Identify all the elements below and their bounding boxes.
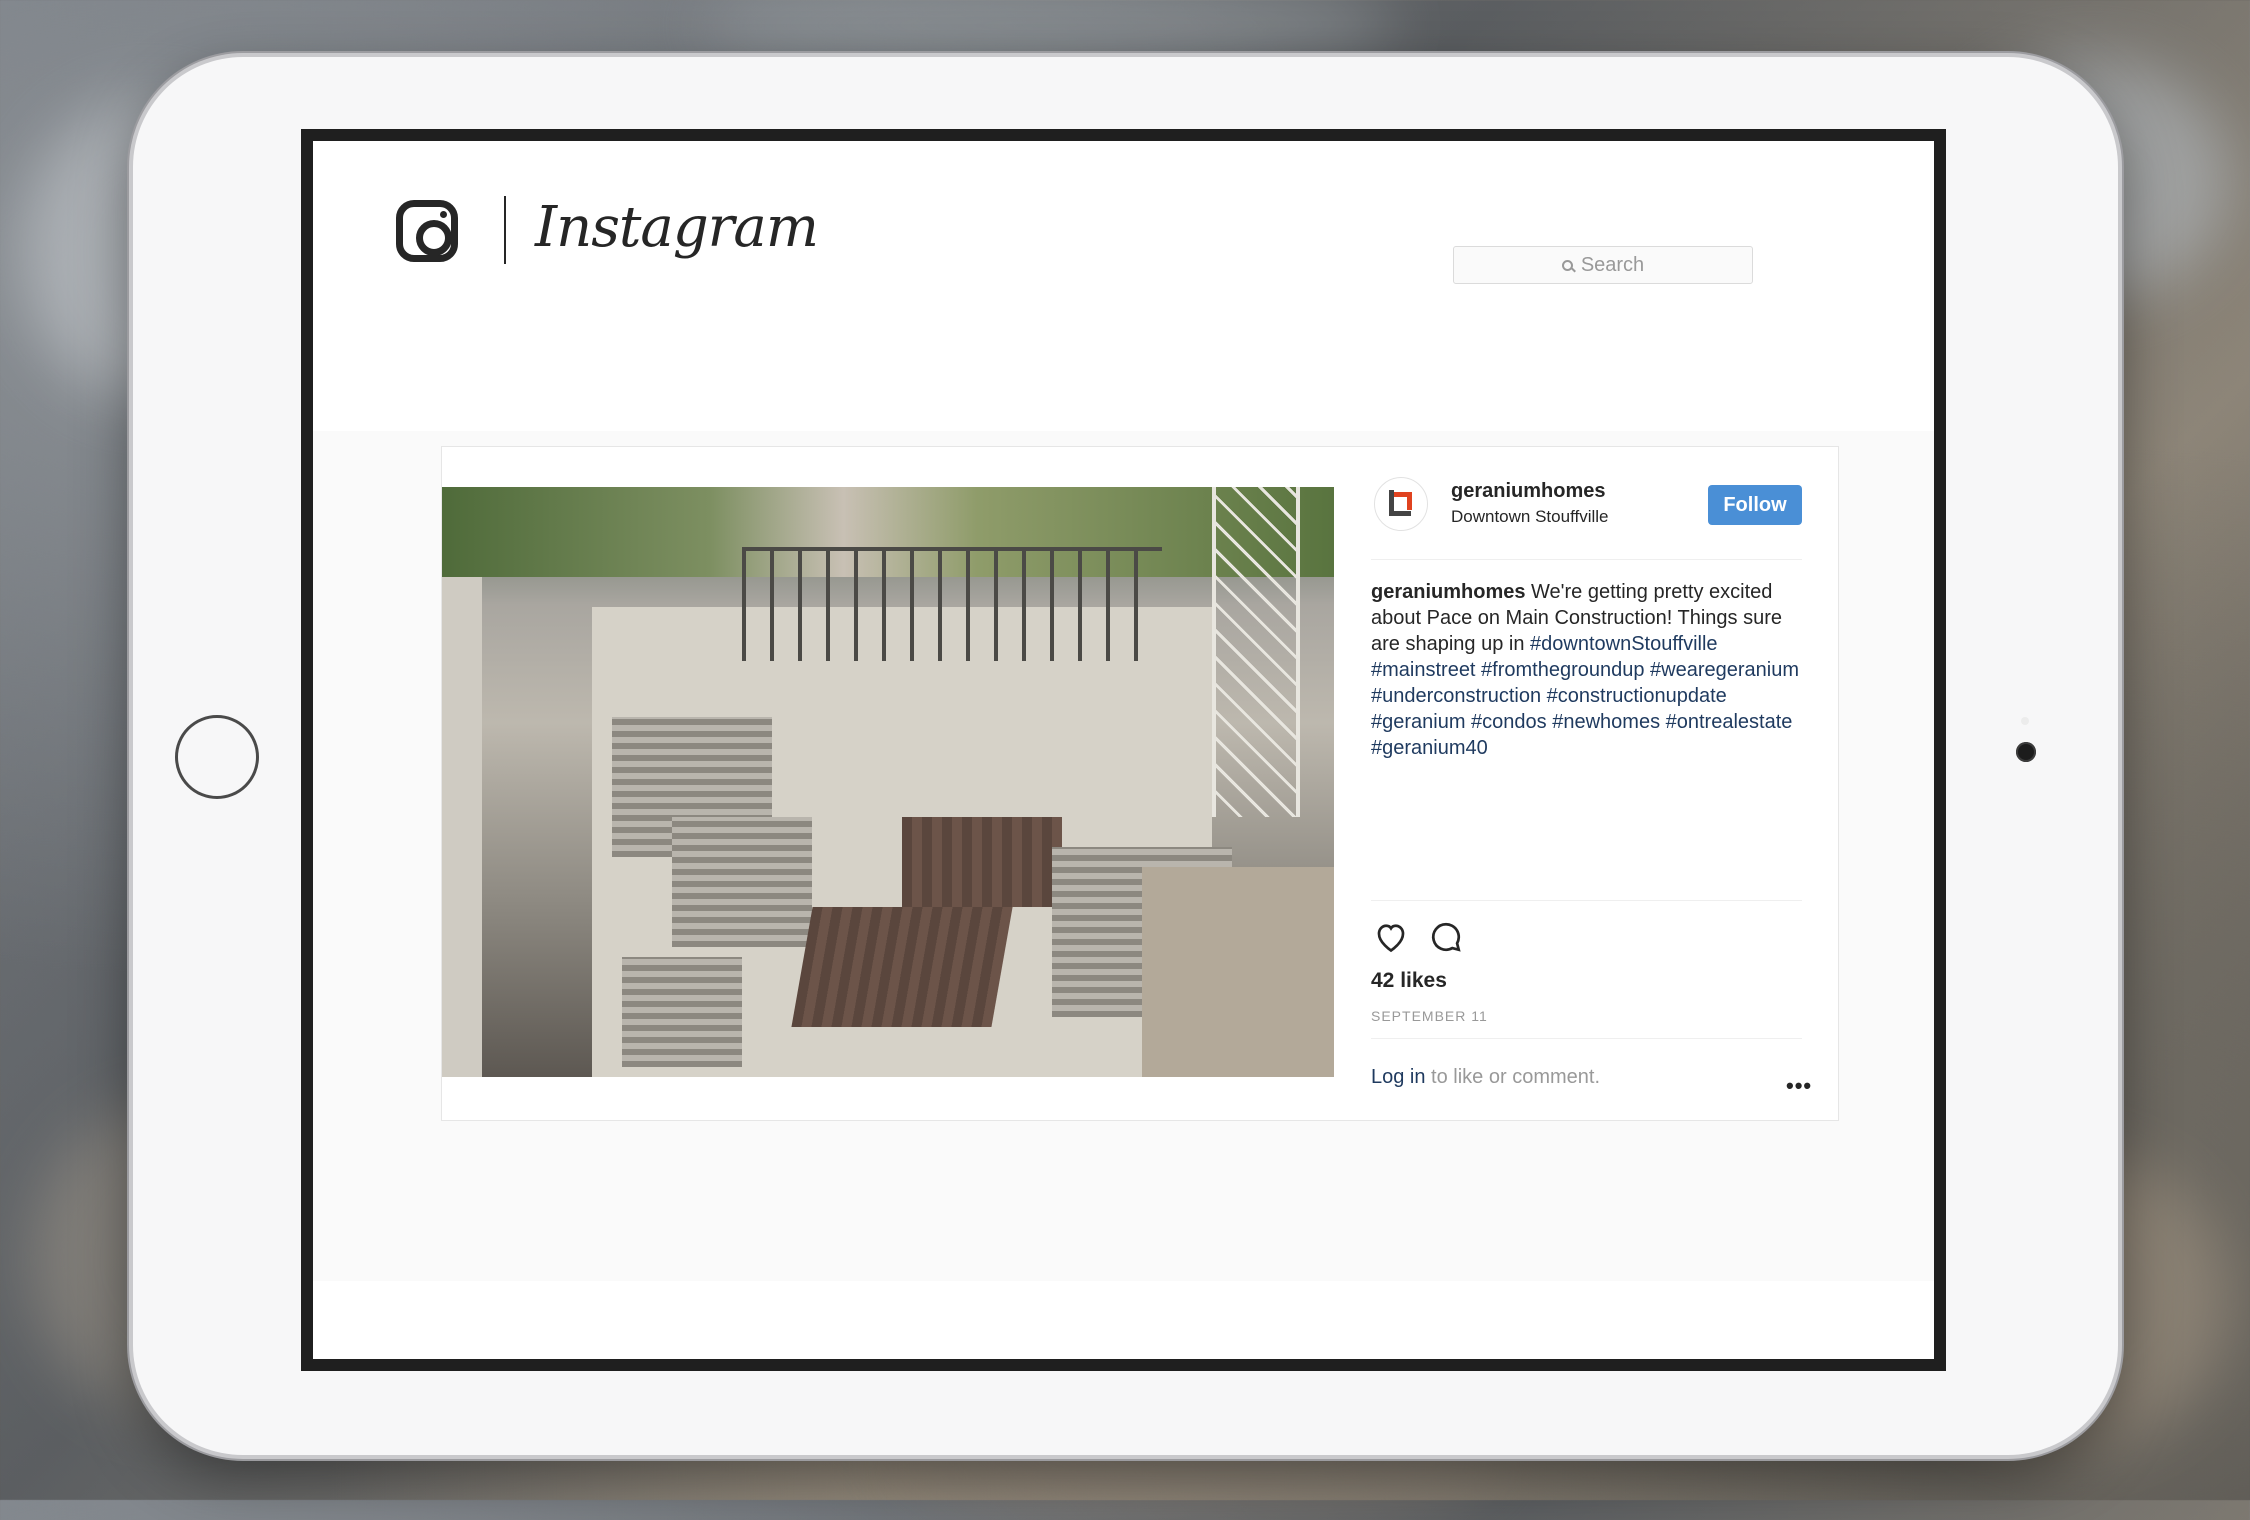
divider bbox=[1371, 559, 1802, 560]
caption-username[interactable]: geraniumhomes bbox=[1371, 581, 1525, 603]
instagram-header: Instagram Search bbox=[313, 141, 1934, 431]
tablet-device: Instagram Search geraniumhomes Downtown … bbox=[133, 57, 2118, 1455]
post-photo[interactable] bbox=[442, 487, 1334, 1077]
post-location[interactable]: Downtown Stouffville bbox=[1451, 507, 1609, 527]
post-caption: geraniumhomes We're getting pretty excit… bbox=[1371, 579, 1811, 761]
instagram-wordmark[interactable]: Instagram bbox=[535, 195, 819, 260]
search-placeholder: Search bbox=[1580, 253, 1645, 276]
likes-count[interactable]: 42 likes bbox=[1371, 969, 1447, 993]
divider bbox=[1371, 900, 1802, 901]
search-input[interactable]: Search bbox=[1453, 246, 1753, 284]
header-divider bbox=[504, 196, 506, 264]
post-sidebar: geraniumhomes Downtown Stouffville Follo… bbox=[1334, 447, 1838, 1120]
post-username[interactable]: geraniumhomes bbox=[1451, 480, 1605, 503]
divider bbox=[1371, 1038, 1802, 1039]
browser-screen: Instagram Search geraniumhomes Downtown … bbox=[301, 129, 1946, 1371]
home-button[interactable] bbox=[175, 715, 259, 799]
post-card: geraniumhomes Downtown Stouffville Follo… bbox=[441, 446, 1839, 1121]
login-link[interactable]: Log in bbox=[1371, 1066, 1426, 1088]
avatar[interactable] bbox=[1374, 477, 1428, 531]
search-icon bbox=[1561, 259, 1573, 271]
comment-icon[interactable] bbox=[1428, 919, 1464, 955]
light-sensor bbox=[2021, 717, 2029, 725]
more-options-icon[interactable]: ••• bbox=[1786, 1073, 1812, 1099]
instagram-glyph-icon[interactable] bbox=[396, 200, 458, 262]
login-text: to like or comment. bbox=[1425, 1066, 1601, 1088]
login-prompt: Log in to like or comment. bbox=[1371, 1066, 1600, 1089]
heart-icon[interactable] bbox=[1372, 919, 1410, 955]
follow-button[interactable]: Follow bbox=[1708, 485, 1802, 525]
camera-icon bbox=[2016, 742, 2036, 762]
post-date: SEPTEMBER 11 bbox=[1371, 1008, 1488, 1024]
